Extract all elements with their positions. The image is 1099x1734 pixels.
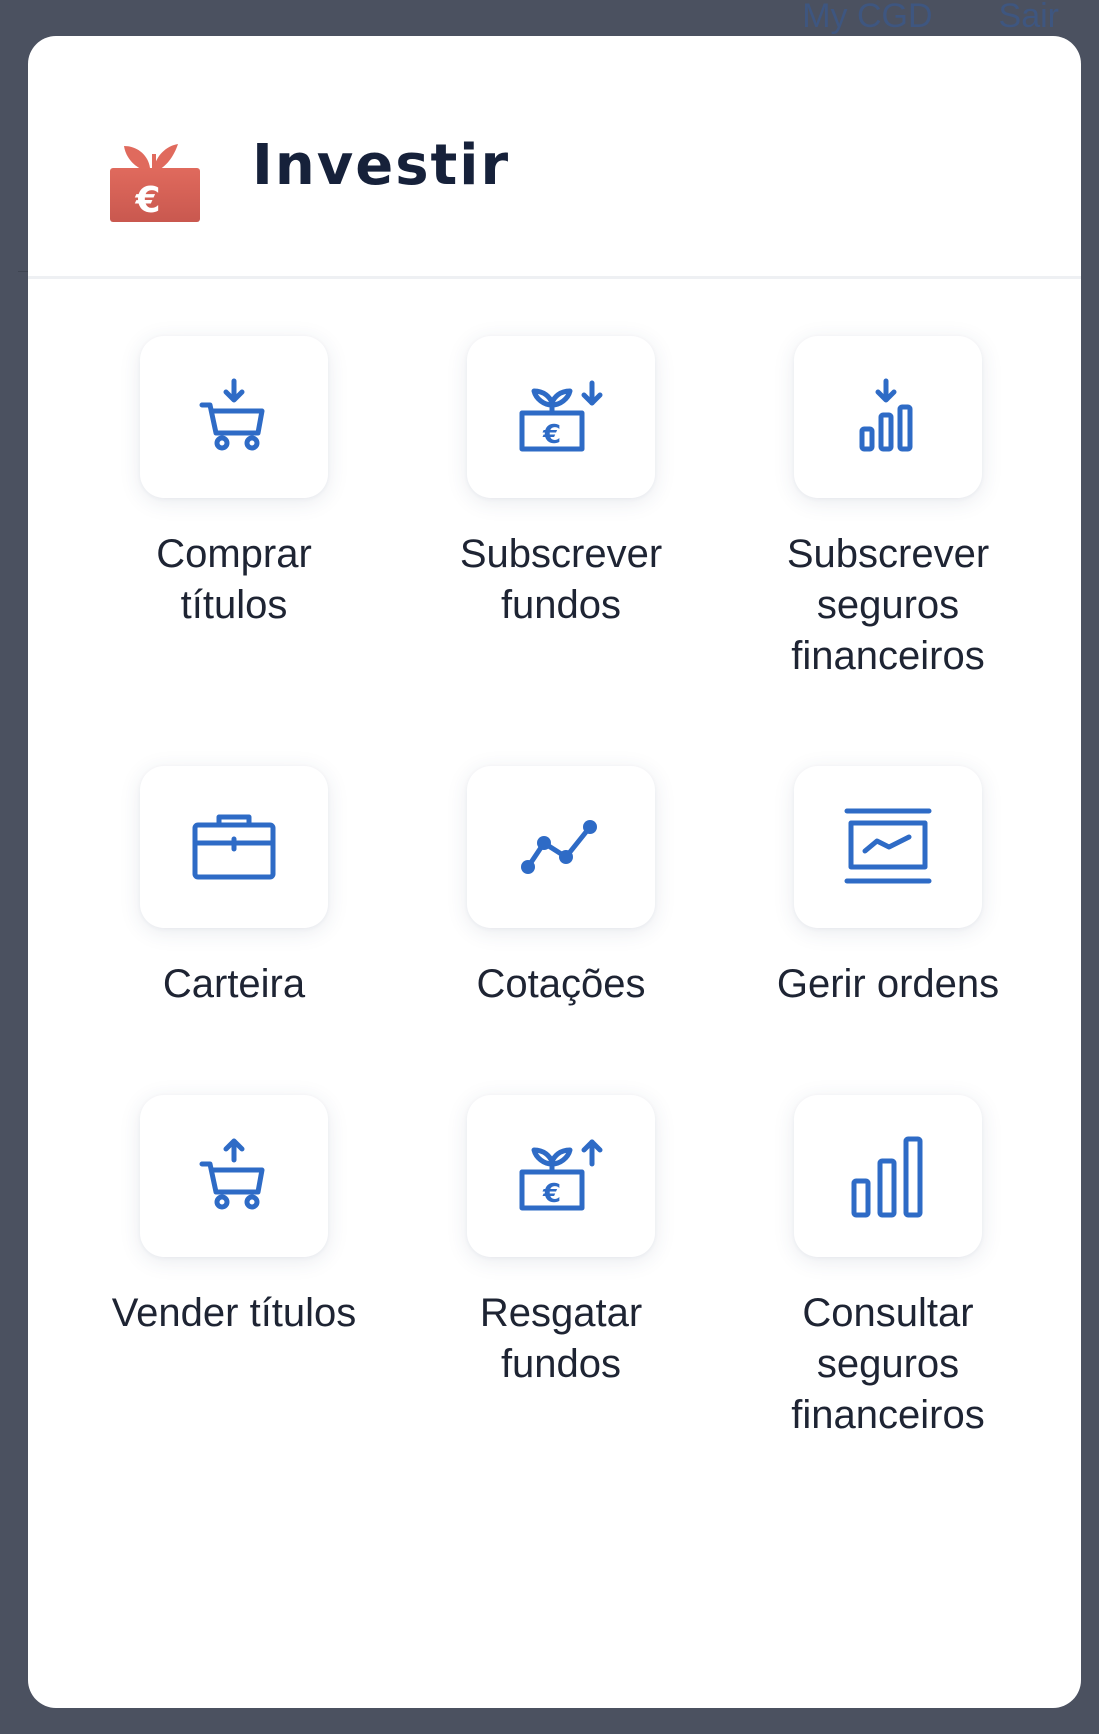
backdrop-divider: [18, 271, 28, 272]
tile-vender-titulos[interactable]: Vender títulos: [74, 1095, 394, 1339]
tile-icon-box: [140, 1095, 328, 1257]
fund-redeem-icon: €: [519, 1139, 603, 1211]
tile-label: Consultar seguros financeiros: [791, 1291, 985, 1437]
tile-label: Comprar títulos: [156, 532, 312, 627]
tile-label: Cotações: [476, 962, 646, 1006]
tile-label: Resgatar fundos: [479, 1291, 643, 1386]
tile-carteira[interactable]: Carteira: [74, 766, 394, 1010]
cart-download-icon: [199, 378, 265, 451]
svg-text:€: €: [542, 420, 561, 450]
tile-icon-box: €: [467, 336, 655, 498]
line-chart-icon: [521, 820, 597, 874]
tile-subscrever-fundos[interactable]: € Subscrever fundos: [401, 336, 721, 631]
tile-label: Subscrever seguros financeiros: [786, 532, 990, 678]
tile-icon-box: [140, 336, 328, 498]
tile-icon-box: €: [467, 1095, 655, 1257]
my-cgd-link[interactable]: My CGD: [802, 0, 932, 34]
screen-chart-icon: [844, 808, 932, 884]
fund-subscribe-icon: €: [519, 380, 603, 452]
tile-gerir-ordens[interactable]: Gerir ordens: [728, 766, 1048, 1010]
tile-label: Subscrever fundos: [459, 532, 663, 627]
tile-label: Gerir ordens: [776, 962, 1000, 1006]
tile-icon-box: [794, 336, 982, 498]
logout-link[interactable]: Sair: [999, 0, 1059, 34]
svg-text:€: €: [542, 1179, 561, 1209]
tile-icon-box: [467, 766, 655, 928]
tile-icon-box: [140, 766, 328, 928]
tile-consultar-seguros[interactable]: Consultar seguros financeiros: [728, 1095, 1048, 1441]
action-grid: Comprar títulos € Subscrever fundos Subs…: [28, 36, 1081, 1708]
top-navigation: My CGD Sair: [802, 0, 1059, 36]
cart-upload-icon: [199, 1138, 265, 1210]
tile-comprar-titulos[interactable]: Comprar títulos: [74, 336, 394, 631]
bar-chart-icon: [851, 1136, 923, 1218]
tile-cotacoes[interactable]: Cotações: [401, 766, 721, 1010]
tile-icon-box: [794, 1095, 982, 1257]
tile-resgatar-fundos[interactable]: € Resgatar fundos: [401, 1095, 721, 1390]
tile-label: Carteira: [162, 962, 306, 1006]
briefcase-icon: [192, 814, 276, 880]
investir-modal: € Investir Comprar títulos € Subscrever …: [28, 36, 1081, 1708]
tile-icon-box: [794, 766, 982, 928]
tile-label: Vender títulos: [111, 1291, 357, 1335]
bars-download-icon: [859, 378, 913, 452]
tile-subscrever-seguros[interactable]: Subscrever seguros financeiros: [728, 336, 1048, 682]
